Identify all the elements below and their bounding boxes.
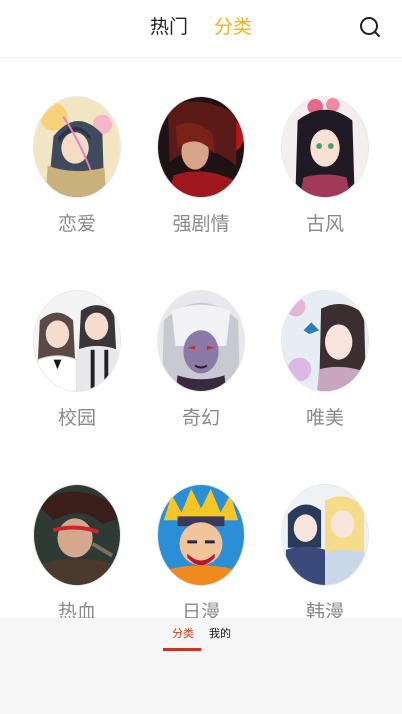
- category-hot-blooded[interactable]: 热血: [15, 446, 139, 618]
- romance-avatar: [33, 96, 121, 198]
- active-tab-indicator: [163, 648, 201, 651]
- fantasy-avatar: [157, 290, 245, 392]
- header-tab-group: 热门 分类: [0, 14, 402, 40]
- japanese-manga-avatar: [157, 484, 245, 586]
- category-japanese-manga[interactable]: 日漫: [139, 446, 263, 618]
- category-label: 日漫: [181, 601, 220, 618]
- category-ancient-style[interactable]: 古风: [263, 58, 387, 238]
- category-label: 校园: [57, 407, 96, 429]
- category-label: 韩漫: [305, 601, 344, 618]
- category-korean-manhwa[interactable]: 韩漫: [263, 446, 387, 618]
- category-label: 奇幻: [181, 407, 220, 429]
- tab-hot[interactable]: 热门: [150, 14, 188, 40]
- category-label: 热血: [57, 601, 96, 618]
- drama-avatar: [157, 96, 245, 198]
- hot-blooded-avatar: [33, 484, 121, 586]
- aesthetic-avatar: [281, 290, 369, 392]
- category-label: 唯美: [305, 407, 344, 429]
- category-drama[interactable]: 强剧情: [139, 58, 263, 238]
- category-fantasy[interactable]: 奇幻: [139, 252, 263, 432]
- korean-manhwa-avatar: [281, 484, 369, 586]
- bottom-tab-categories[interactable]: 分类: [172, 626, 194, 642]
- top-header: 热门 分类: [0, 0, 402, 58]
- category-grid: 恋爱 强剧情 古风 校园 奇幻 唯美 热血 日漫 韩漫: [0, 58, 402, 618]
- category-campus[interactable]: 校园: [15, 252, 139, 432]
- tab-categories[interactable]: 分类: [214, 14, 252, 40]
- category-label: 恋爱: [57, 213, 96, 235]
- search-icon[interactable]: [358, 15, 382, 39]
- category-romance[interactable]: 恋爱: [15, 58, 139, 238]
- bottom-tab-mine[interactable]: 我的: [209, 626, 231, 642]
- bottom-nav: 分类 我的: [0, 618, 402, 714]
- campus-avatar: [33, 290, 121, 392]
- category-label: 强剧情: [172, 213, 230, 235]
- ancient-style-avatar: [281, 96, 369, 198]
- category-aesthetic[interactable]: 唯美: [263, 252, 387, 432]
- category-label: 古风: [305, 213, 344, 235]
- app-root: 热门 分类 恋爱 强剧情 古风 校园 奇幻 唯美 热血 日漫 韩漫 分类 我的: [0, 0, 402, 714]
